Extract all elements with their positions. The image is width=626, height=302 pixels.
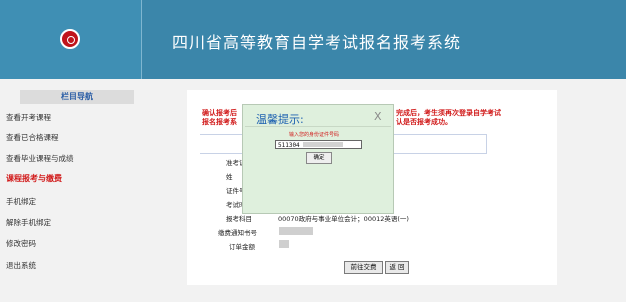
notice-right-line1: 完成后，考生须再次登录自学考试: [396, 109, 501, 117]
label-payment-notice-no: 缴费通知书号: [218, 229, 257, 237]
sidebar-item-change-password[interactable]: 修改密码: [6, 238, 36, 249]
sidebar-item-bind-phone[interactable]: 手机绑定: [6, 196, 36, 207]
notice-left-line2: 报名报考系: [202, 118, 237, 126]
modal-title-divider: [245, 126, 391, 127]
label-name: 姓: [226, 173, 233, 181]
label-subjects: 报考科目: [226, 215, 252, 223]
sidebar-item-passed-courses[interactable]: 查看已合格课程: [6, 132, 59, 143]
emblem-logo-icon: [60, 29, 80, 49]
notice-text-left: 确认报考后 报名报考系: [202, 109, 237, 127]
logo-area: [0, 0, 141, 79]
go-pay-button[interactable]: 前往交费: [344, 261, 383, 274]
value-subjects: 00070政府与事业单位会计；00012英语(一): [278, 215, 409, 223]
sidebar-item-course-registration[interactable]: 课程报考与缴费: [6, 173, 62, 184]
back-button[interactable]: 返 回: [385, 261, 409, 274]
redacted-order-amount: [279, 240, 289, 248]
sidebar-item-unbind-phone[interactable]: 解除手机绑定: [6, 217, 51, 228]
form-right-border: [486, 134, 487, 154]
header-divider: [141, 0, 142, 79]
notice-left-line1: 确认报考后: [202, 109, 237, 117]
redacted-payment-notice: [279, 227, 313, 235]
confirm-button[interactable]: 确定: [306, 152, 332, 164]
sidebar-item-graduation-scores[interactable]: 查看毕业课程与成绩: [6, 153, 74, 164]
sidebar-nav: 栏目导航: [18, 90, 138, 104]
sidebar-item-logout[interactable]: 退出系统: [6, 260, 36, 271]
notice-right-line2: 认是否报考成功。: [396, 118, 452, 126]
modal-prompt: 输入您的身份证件号码: [289, 132, 340, 138]
label-order-amount: 订单金额: [229, 243, 255, 251]
sidebar-item-open-courses[interactable]: 查看开考课程: [6, 112, 51, 123]
system-title: 四川省高等教育自学考试报名报考系统: [172, 33, 462, 52]
notice-text-right: 完成后，考生须再次登录自学考试 认是否报考成功。: [396, 109, 501, 127]
sidebar-heading: 栏目导航: [20, 90, 134, 104]
header-bar: 四川省高等教育自学考试报名报考系统: [0, 0, 626, 79]
close-icon[interactable]: X: [374, 110, 382, 123]
modal-title: 温馨提示:: [256, 113, 304, 126]
redacted-id-digits: [303, 142, 343, 147]
